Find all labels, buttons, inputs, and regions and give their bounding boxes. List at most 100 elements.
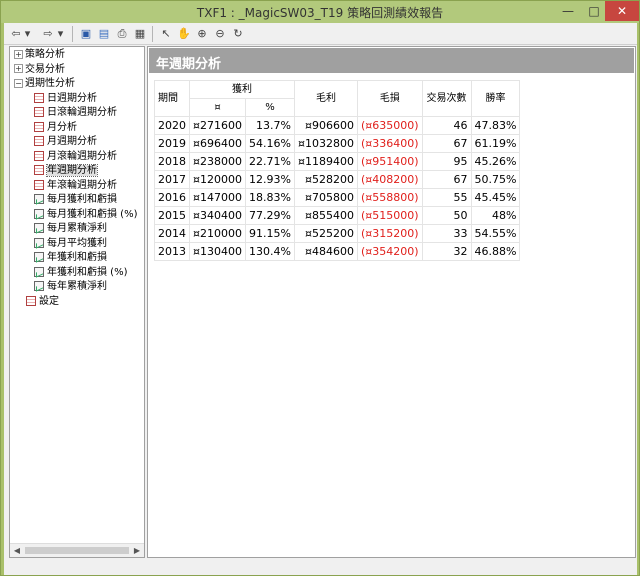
tree-item[interactable]: 年滾輪週期分析 [34,179,117,193]
cell-trades: 95 [421,152,472,171]
cell-profit-pct: 77.29% [245,206,295,225]
scroll-right-icon[interactable]: ▶ [130,544,144,557]
back-dropdown-icon[interactable]: ▾ [23,26,32,42]
table-icon [26,295,36,306]
tree-item[interactable]: 每月平均獲利 [34,237,107,251]
tree-item[interactable]: 月週期分析 [34,135,97,149]
table-row: 2016 ¤147000 18.83% ¤705800 (¤558800) 55 45.45… [154,188,521,207]
cell-profit-pct: 130.4% [245,242,295,261]
yearly-analysis-table: 期間 獲利 毛利 毛損 交易次數 勝率 ¤ % 2020 ¤271600 13.7%… [154,80,521,261]
zoom-in-icon[interactable]: ⊕ [194,26,210,42]
tree-item[interactable]: 每月獲利和虧損 [34,193,117,207]
header-profit-currency: ¤ [189,98,246,117]
forward-arrow-icon[interactable]: ⇨ [40,26,56,42]
cell-trades: 50 [421,206,472,225]
scroll-thumb[interactable] [25,547,129,554]
cell-period: 2017 [154,170,190,189]
cell-period: 2020 [154,116,190,135]
tree-item[interactable]: 月分析 [34,121,77,135]
tree-item-label: 年獲利和虧損 (%) [47,266,128,278]
expand-icon[interactable]: + [14,64,23,73]
save-icon[interactable]: ▣ [78,26,94,42]
cell-win-rate: 48% [470,206,521,225]
print-preview-icon[interactable]: ▤ [96,26,112,42]
close-button[interactable]: ✕ [605,1,639,21]
header-gross-loss: 毛損 [356,80,423,117]
table-icon [34,136,44,146]
report-panel: 年週期分析 期間 獲利 毛利 毛損 交易次數 勝率 ¤ % 2020 ¤2716… [147,46,636,558]
title-bar[interactable]: TXF1 : _MagicSW03_T19 策略回測績效報告 — □ ✕ [1,1,639,23]
tree-item[interactable]: 日滾輪週期分析 [34,106,117,120]
cell-profit-pct: 91.15% [245,224,295,243]
cell-period: 2013 [154,242,190,261]
chart-icon [34,281,44,291]
cell-profit-pct: 13.7% [245,116,295,135]
tree-item-label: 週期性分析 [25,78,75,89]
hand-icon[interactable]: ✋ [176,26,192,42]
print-icon[interactable]: ⎙ [114,26,130,42]
tree-item[interactable]: 月滾輪週期分析 [34,150,117,164]
tree-item-label: 每年累積淨利 [47,281,107,292]
cell-win-rate: 45.45% [470,188,521,207]
cell-period: 2018 [154,152,190,171]
cell-gross-loss: (¤515000) [356,206,423,225]
tree-item-label: 月滾輪週期分析 [47,150,117,162]
toolbar-separator [72,26,73,42]
expand-icon[interactable]: + [14,49,23,59]
cell-gross-profit: ¤855400 [293,206,358,225]
table-icon [34,165,44,175]
cell-gross-loss: (¤354200) [356,242,423,261]
refresh-icon[interactable]: ↻ [230,26,246,42]
back-arrow-icon[interactable]: ⇦ [8,26,24,42]
cell-profit-pct: 12.93% [245,170,295,189]
cell-win-rate: 47.83% [470,116,521,135]
cell-profit: ¤340400 [189,206,246,225]
tree-item[interactable]: − 週期性分析 [14,77,75,91]
tree-item-label: 每月累積淨利 [47,223,107,234]
cell-profit: ¤120000 [189,170,246,189]
cell-gross-loss: (¤951400) [356,152,423,171]
minimize-button[interactable]: — [555,1,581,21]
pointer-icon[interactable]: ↖ [158,26,174,42]
cell-profit-pct: 54.16% [245,134,295,153]
cell-gross-loss: (¤336400) [356,134,423,153]
header-win-rate: 勝率 [470,80,521,117]
cell-period: 2014 [154,224,190,243]
cell-gross-loss: (¤635000) [356,116,423,135]
app-window: TXF1 : _MagicSW03_T19 策略回測績效報告 — □ ✕ ⇦ ▾… [0,0,640,576]
cell-gross-loss: (¤315200) [356,224,423,243]
tree-item[interactable]: 每年累積淨利 [34,280,107,294]
header-gross-profit: 毛利 [293,80,358,117]
table-view-icon[interactable]: ▦ [132,26,148,42]
tree-item[interactable]: + 交易分析 [14,63,65,77]
cell-profit: ¤696400 [189,134,246,153]
cell-gross-profit: ¤528200 [293,170,358,189]
table-row: 2013 ¤130400 130.4% ¤484600 (¤354200) 32 46.88… [154,242,521,261]
zoom-out-icon[interactable]: ⊖ [212,26,228,42]
tree-item-label: 每月獲利和虧損 [47,194,117,205]
forward-dropdown-icon[interactable]: ▾ [56,26,65,42]
status-bar [4,563,637,575]
header-profit-pct: % [245,98,295,117]
tree-item[interactable]: 每月累積淨利 [34,222,107,236]
tree-item[interactable]: 年獲利和虧損 [34,251,107,265]
scroll-left-icon[interactable]: ◀ [10,544,24,557]
report-header-bar: 年週期分析 [149,48,634,73]
chart-icon [34,252,44,262]
tree-item[interactable]: 日週期分析 [34,92,97,106]
collapse-icon[interactable]: − [14,78,23,88]
tree-item[interactable]: 年週期分析 [34,164,98,178]
cell-period: 2016 [154,188,190,207]
tree-item[interactable]: 年獲利和虧損 (%) [34,266,127,280]
tree-item[interactable]: + 策略分析 [14,48,65,62]
table-icon [34,92,44,103]
cell-gross-loss: (¤558800) [356,188,423,207]
tree-item-label: 年獲利和虧損 [47,252,107,263]
tree-item[interactable]: 設定 [26,295,59,309]
table-icon [34,121,44,132]
tree-horizontal-scrollbar[interactable]: ◀ ▶ [10,543,144,557]
table-row: 2015 ¤340400 77.29% ¤855400 (¤515000) 50 48% [154,206,521,225]
cell-gross-profit: ¤484600 [293,242,358,261]
tree-item[interactable]: 每月獲利和虧損 (%) [34,208,137,222]
maximize-button[interactable]: □ [581,1,607,21]
